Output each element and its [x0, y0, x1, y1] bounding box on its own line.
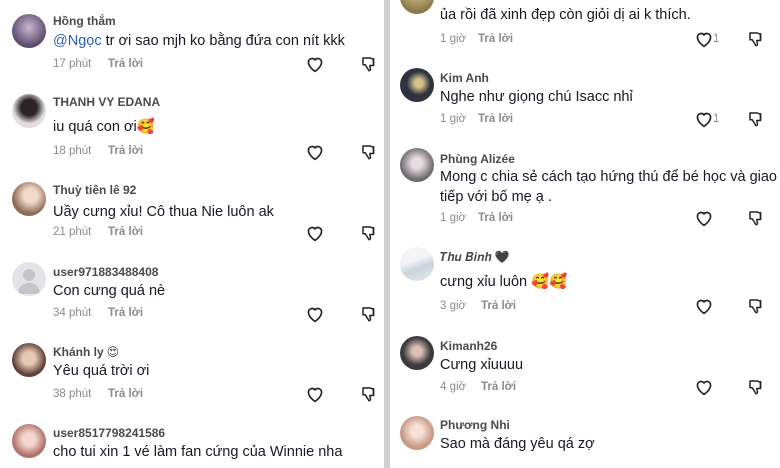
heart-icon[interactable]	[305, 305, 325, 323]
username[interactable]: user971883488408	[53, 265, 158, 279]
username[interactable]: user8517798241586	[53, 426, 165, 440]
avatar-image	[400, 336, 434, 370]
avatar-image	[12, 14, 46, 48]
avatar-image	[400, 148, 434, 182]
heart-icon[interactable]	[305, 55, 325, 73]
avatar[interactable]	[12, 343, 46, 377]
reply-button[interactable]: Trả lời	[481, 300, 516, 312]
dislike-icon[interactable]	[747, 30, 765, 48]
timestamp: 3 giờ	[440, 300, 467, 312]
heart-icon[interactable]	[694, 30, 714, 48]
avatar[interactable]	[12, 262, 46, 296]
right-comment-panel: ủa rồi đã xinh đẹp còn giỏi dị ai k thíc…	[390, 0, 780, 468]
like-count: 1	[713, 33, 720, 45]
username[interactable]: 𝑻𝒉𝒖 𝑩𝒊𝒏𝒉 🖤	[440, 250, 509, 265]
reply-button[interactable]: Trả lời	[108, 145, 143, 157]
comment-text: Mong c chia sẻ cách tạo hứng thú để bé h…	[440, 169, 777, 185]
mention-link[interactable]: @Ngọc	[53, 33, 102, 49]
username[interactable]: Phương Nhi	[440, 418, 510, 432]
comment-text: cưng xỉu luôn 🥰🥰	[440, 274, 568, 290]
heart-icon[interactable]	[694, 378, 714, 396]
dislike-icon[interactable]	[747, 209, 765, 227]
dislike-icon[interactable]	[360, 143, 378, 161]
avatar-image	[400, 247, 434, 281]
avatar[interactable]	[400, 336, 434, 370]
timestamp: 1 giờ	[440, 33, 467, 45]
timestamp: 21 phút	[53, 226, 92, 238]
comment-text-line2: tiếp với bố mẹ ạ .	[440, 189, 552, 205]
dislike-icon[interactable]	[360, 55, 378, 73]
comment-text: iu quá con ơi🥰	[53, 119, 155, 135]
avatar-image	[400, 416, 434, 450]
username[interactable]: Kimanh26	[440, 339, 497, 353]
avatar[interactable]	[12, 14, 46, 48]
reply-button[interactable]: Trả lời	[108, 307, 143, 319]
heart-icon[interactable]	[694, 110, 714, 128]
timestamp: 1 giờ	[440, 113, 467, 125]
reply-button[interactable]: Trả lời	[478, 33, 513, 45]
timestamp: 1 giờ	[440, 212, 467, 224]
comment-text: Nghe như giọng chú Isacc nhỉ	[440, 89, 633, 105]
timestamp: 17 phút	[53, 58, 92, 70]
comment-text: Uầy cưng xỉu! Cô thua Nie luôn ak	[53, 204, 274, 220]
heart-icon[interactable]	[305, 385, 325, 403]
reply-button[interactable]: Trả lời	[108, 226, 143, 238]
reply-button[interactable]: Trả lời	[108, 58, 143, 70]
heart-icon[interactable]	[694, 297, 714, 315]
avatar-image	[12, 182, 46, 216]
timestamp: 38 phút	[53, 388, 92, 400]
comment-text: Yêu quá trời ơi	[53, 363, 150, 379]
heart-icon[interactable]	[694, 209, 714, 227]
avatar[interactable]	[400, 247, 434, 281]
avatar-image	[12, 94, 46, 128]
timestamp: 18 phút	[53, 145, 92, 157]
username-text: Khánh ly	[53, 345, 104, 359]
comment-text: Con cưng quá nè	[53, 283, 166, 299]
username[interactable]: Thuỳ tiên lê 92	[53, 183, 136, 197]
avatar-image	[12, 424, 46, 458]
comment-text: Sao mà đáng yêu qá zợ	[440, 436, 595, 452]
heart-icon[interactable]	[305, 224, 325, 242]
avatar[interactable]	[400, 416, 434, 450]
avatar-image	[400, 68, 434, 102]
reply-button[interactable]: Trả lời	[481, 381, 516, 393]
username-emoji: 🖤	[494, 250, 510, 264]
timestamp: 34 phút	[53, 307, 92, 319]
comment-text: ủa rồi đã xinh đẹp còn giỏi dị ai k thíc…	[440, 7, 691, 23]
username[interactable]: Khánh ly 😍	[53, 345, 119, 359]
reply-button[interactable]: Trả lời	[108, 388, 143, 400]
avatar[interactable]	[12, 182, 46, 216]
username-emoji: 😍	[106, 345, 120, 359]
comment-text: cho tui xin 1 vé làm fan cứng của Winnie…	[53, 444, 343, 460]
dislike-icon[interactable]	[360, 224, 378, 242]
username[interactable]: THANH VY EDANA	[53, 95, 160, 109]
dislike-icon[interactable]	[360, 305, 378, 323]
dislike-icon[interactable]	[747, 297, 765, 315]
avatar[interactable]	[400, 0, 434, 14]
timestamp: 4 giờ	[440, 381, 467, 393]
username[interactable]: Hồng thắm	[53, 14, 116, 28]
comment-body: tr ơi sao mjh ko bằng đứa con nít kkk	[101, 33, 345, 49]
reply-button[interactable]: Trả lời	[478, 113, 513, 125]
avatar[interactable]	[400, 68, 434, 102]
comment-text: Cưng xỉuuuu	[440, 357, 524, 373]
left-comment-panel: Hồng thắm @Ngọc tr ơi sao mjh ko bằng đứ…	[0, 0, 384, 468]
dislike-icon[interactable]	[360, 385, 378, 403]
like-count: 1	[713, 113, 720, 125]
avatar-image	[12, 343, 46, 377]
dislike-icon[interactable]	[747, 378, 765, 396]
heart-icon[interactable]	[305, 143, 325, 161]
username-text: 𝑻𝒉𝒖 𝑩𝒊𝒏𝒉	[440, 250, 492, 264]
reply-button[interactable]: Trả lời	[478, 212, 513, 224]
avatar-image	[400, 0, 434, 14]
avatar-image	[12, 262, 46, 296]
comment-text: @Ngọc tr ơi sao mjh ko bằng đứa con nít …	[53, 31, 345, 51]
avatar[interactable]	[12, 94, 46, 128]
username[interactable]: Phùng Alizée	[440, 152, 515, 166]
dislike-icon[interactable]	[747, 110, 765, 128]
avatar[interactable]	[12, 424, 46, 458]
avatar[interactable]	[400, 148, 434, 182]
username[interactable]: Kim Anh	[440, 71, 489, 85]
